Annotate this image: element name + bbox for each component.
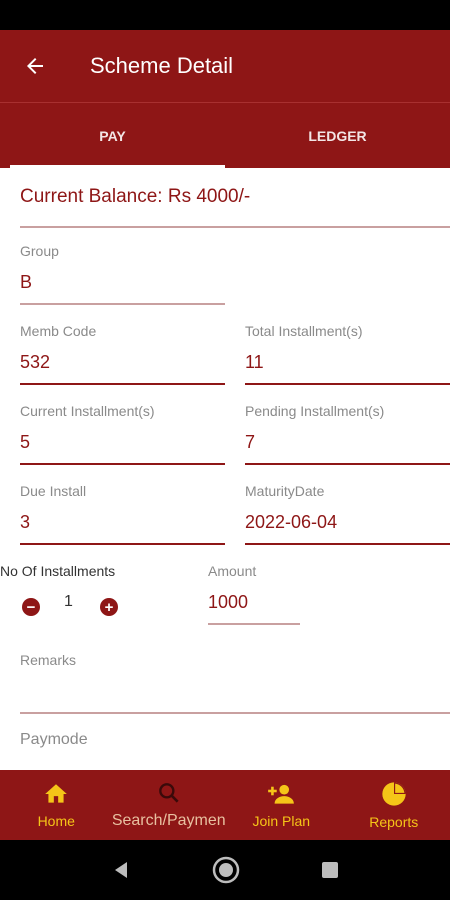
- memb-code-underline: [20, 383, 225, 385]
- nav-join-plan-label: Join Plan: [252, 813, 311, 829]
- installments-count: 1: [64, 593, 73, 610]
- page-title: Scheme Detail: [90, 53, 234, 78]
- current-installment-field[interactable]: 5: [20, 432, 30, 453]
- status-bar: [0, 0, 450, 30]
- tab-ledger[interactable]: LEDGER: [225, 103, 450, 168]
- due-install-underline: [20, 543, 225, 545]
- current-installment-label: Current Installment(s): [20, 403, 155, 419]
- memb-code-label: Memb Code: [20, 323, 97, 339]
- nav-reports[interactable]: Reports: [338, 770, 450, 840]
- bottom-navigation: Home Search/Paymen Join Plan Reports: [0, 770, 450, 840]
- nav-home-label: Home: [37, 813, 75, 829]
- nav-reports-label: Reports: [369, 814, 419, 830]
- due-install-label: Due Install: [20, 483, 87, 499]
- maturity-date-field[interactable]: 2022-06-04: [245, 512, 337, 533]
- total-installments-label: Total Installment(s): [245, 323, 363, 339]
- nav-search-payment[interactable]: Search/Paymen: [112, 770, 226, 840]
- total-installments-field[interactable]: 11: [245, 352, 264, 373]
- amount-label: Amount: [208, 563, 257, 579]
- nav-home[interactable]: Home: [0, 770, 113, 840]
- no-of-installments-label: No Of Installments: [0, 563, 116, 579]
- current-balance: Current Balance: Rs 4000/-: [20, 186, 251, 207]
- group-underline: [20, 303, 225, 305]
- search-icon: [158, 783, 179, 803]
- pie-chart-icon: [382, 782, 406, 806]
- back-triangle-icon[interactable]: [110, 859, 132, 881]
- current-installment-underline: [20, 463, 225, 465]
- home-icon: [45, 784, 68, 803]
- amount-field[interactable]: 1000: [208, 592, 248, 613]
- divider: [20, 226, 450, 228]
- scheme-form: Current Balance: Rs 4000/- Group B Memb …: [0, 168, 450, 770]
- nav-search-payment-label: Search/Paymen: [112, 812, 226, 829]
- due-install-field[interactable]: 3: [20, 512, 30, 533]
- amount-underline: [208, 623, 300, 625]
- total-installments-underline: [245, 383, 450, 385]
- tab-bar: PAY LEDGER: [0, 102, 450, 168]
- home-circle-icon[interactable]: [211, 855, 241, 885]
- remarks-underline: [20, 712, 450, 714]
- tab-pay[interactable]: PAY: [0, 103, 225, 168]
- app-bar: Scheme Detail: [0, 30, 450, 102]
- recents-square-icon[interactable]: [320, 860, 340, 880]
- maturity-date-underline: [245, 543, 450, 545]
- system-navigation-bar: [0, 840, 450, 900]
- increment-button[interactable]: +: [100, 598, 118, 616]
- group-label: Group: [20, 243, 59, 259]
- group-field[interactable]: B: [20, 272, 32, 293]
- pending-installments-label: Pending Installment(s): [245, 403, 385, 419]
- arrow-left-icon: [27, 58, 43, 74]
- back-button[interactable]: [0, 30, 70, 102]
- remarks-input[interactable]: [20, 673, 450, 713]
- remarks-label: Remarks: [20, 652, 77, 668]
- paymode-label[interactable]: Paymode: [20, 731, 88, 749]
- decrement-button[interactable]: −: [22, 598, 40, 616]
- memb-code-field[interactable]: 532: [20, 352, 50, 373]
- nav-join-plan[interactable]: Join Plan: [225, 770, 338, 840]
- pending-installments-underline: [245, 463, 450, 465]
- maturity-date-label: MaturityDate: [245, 483, 325, 499]
- add-person-icon: [268, 784, 295, 804]
- pending-installments-field[interactable]: 7: [245, 432, 255, 453]
